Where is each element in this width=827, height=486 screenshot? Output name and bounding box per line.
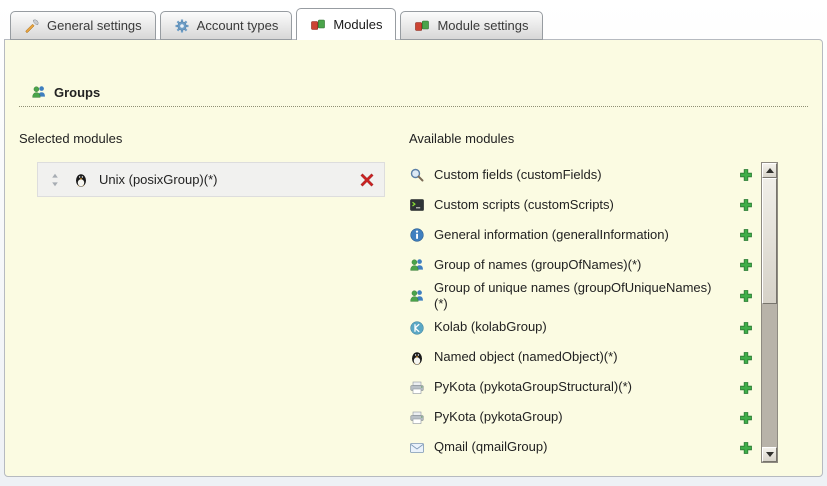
available-module-row: Custom fields (customFields) [409, 160, 754, 190]
tab-account-types[interactable]: Account types [160, 11, 293, 40]
gear-icon [174, 18, 190, 34]
available-modules-column: Available modules Custom fields (customF… [409, 131, 810, 463]
selected-module-row: Unix (posixGroup)(*) [37, 162, 385, 197]
available-module-row: Kolab (kolabGroup) [409, 313, 754, 343]
available-module-label: General information (generalInformation) [434, 227, 669, 243]
printer-icon [409, 380, 425, 396]
group-icon [409, 257, 425, 273]
kolab-icon [409, 320, 425, 336]
available-module-row: General information (generalInformation) [409, 220, 754, 250]
modules-icon [310, 17, 326, 33]
available-module-row: Group of unique names (groupOfUniqueName… [409, 280, 754, 313]
drag-handle-icon[interactable] [47, 172, 63, 188]
tab-label: General settings [47, 18, 142, 33]
available-module-label: Group of names (groupOfNames)(*) [434, 257, 641, 273]
available-module-row: Group of names (groupOfNames)(*) [409, 250, 754, 280]
add-icon[interactable] [738, 227, 754, 243]
delete-icon[interactable] [359, 172, 375, 188]
selected-modules-heading: Selected modules [19, 131, 409, 146]
scroll-up-icon [766, 168, 774, 173]
available-module-label: Named object (namedObject)(*) [434, 349, 618, 365]
tab-general-settings[interactable]: General settings [10, 11, 156, 40]
add-icon[interactable] [738, 380, 754, 396]
tab-label: Account types [197, 18, 279, 33]
tab-modules[interactable]: Modules [296, 8, 396, 40]
available-module-label: Kolab (kolabGroup) [434, 319, 547, 335]
scrollbar-up-button[interactable] [762, 163, 777, 178]
module-settings-icon [414, 18, 430, 34]
content-panel: Groups Selected modules Unix (posixGroup… [4, 39, 823, 477]
group-icon [31, 84, 47, 100]
selected-modules-column: Selected modules Unix (posixGroup)(*) [19, 131, 409, 463]
scroll-down-icon [766, 452, 774, 457]
group-icon [409, 288, 425, 304]
mail-icon [409, 440, 425, 456]
console-icon [409, 197, 425, 213]
selected-module-label: Unix (posixGroup)(*) [99, 172, 349, 187]
available-module-row: Qmail (qmailGroup) [409, 433, 754, 463]
available-module-row: PyKota (pykotaGroup) [409, 403, 754, 433]
add-icon[interactable] [738, 410, 754, 426]
scrollbar-track[interactable] [762, 178, 777, 447]
available-module-label: Custom scripts (customScripts) [434, 197, 614, 213]
scrollbar[interactable] [761, 162, 778, 463]
tab-label: Module settings [437, 18, 528, 33]
add-icon[interactable] [738, 197, 754, 213]
available-module-label: Qmail (qmailGroup) [434, 439, 547, 455]
available-module-label: Group of unique names (groupOfUniqueName… [434, 280, 720, 313]
available-modules-wrap: Custom fields (customFields) Custom scrip… [409, 160, 778, 463]
tab-module-settings[interactable]: Module settings [400, 11, 542, 40]
add-icon[interactable] [738, 320, 754, 336]
available-modules-list: Custom fields (customFields) Custom scrip… [409, 160, 754, 463]
add-icon[interactable] [738, 350, 754, 366]
available-modules-heading: Available modules [409, 131, 810, 146]
tux-icon [409, 350, 425, 366]
available-module-label: PyKota (pykotaGroupStructural)(*) [434, 379, 632, 395]
page-title: Groups [54, 85, 100, 100]
info-icon [409, 227, 425, 243]
lam-configuration-page: General settings Account types Modules Modu… [0, 0, 827, 486]
tab-label: Modules [333, 17, 382, 32]
add-icon[interactable] [738, 440, 754, 456]
available-module-row: Named object (namedObject)(*) [409, 343, 754, 373]
scrollbar-down-button[interactable] [762, 447, 777, 462]
selected-modules-list: Unix (posixGroup)(*) [37, 162, 385, 197]
available-module-label: PyKota (pykotaGroup) [434, 409, 563, 425]
available-module-row: PyKota (pykotaGroupStructural)(*) [409, 373, 754, 403]
available-module-label: Custom fields (customFields) [434, 167, 602, 183]
add-icon[interactable] [738, 257, 754, 273]
tux-icon [73, 172, 89, 188]
tab-bar: General settings Account types Modules Modu… [10, 8, 817, 40]
tools-icon [24, 18, 40, 34]
add-icon[interactable] [738, 288, 754, 304]
section-heading: Groups [31, 84, 808, 100]
add-icon[interactable] [738, 167, 754, 183]
printer-icon [409, 410, 425, 426]
magnifier-icon [409, 167, 425, 183]
modules-columns: Selected modules Unix (posixGroup)(*) Av… [19, 131, 810, 463]
available-module-row: Custom scripts (customScripts) [409, 190, 754, 220]
scrollbar-thumb[interactable] [762, 178, 777, 304]
separator [19, 106, 808, 107]
